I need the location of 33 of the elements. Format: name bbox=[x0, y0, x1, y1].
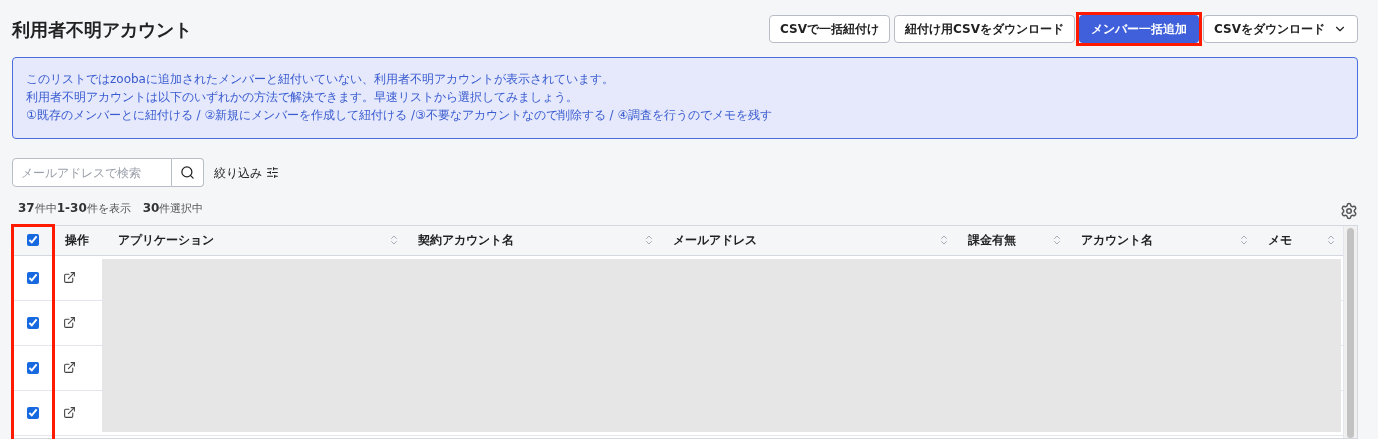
row-checkbox[interactable] bbox=[27, 406, 39, 419]
action-button[interactable]: CSVをダウンロード bbox=[1203, 15, 1358, 43]
notice-text: 利用者不明アカウントは以下のいずれかの方法で解決できます。早速リストから選択してみましょう。 bbox=[26, 89, 579, 106]
notice-text: ①既存のメンバーとに紐付ける / ②新規にメンバーを作成して紐付ける /③不要なアカウントなので削除する / ④調査を行うのでメモを残す bbox=[26, 107, 774, 124]
column-header: 課金有無 bbox=[968, 232, 1016, 249]
column-header: メールアドレス bbox=[673, 232, 757, 249]
column-header: 契約アカウント名 bbox=[418, 232, 514, 249]
column-header: アカウント名 bbox=[1081, 232, 1153, 249]
row-checkbox[interactable] bbox=[27, 361, 39, 374]
search-icon bbox=[180, 165, 195, 180]
column-header: メモ bbox=[1268, 232, 1292, 249]
filter-button[interactable]: 絞り込み bbox=[214, 163, 279, 182]
notice-text: このリストではzoobaに追加されたメンバーと紐付いていない、利用者不明アカウントが表示されています。 bbox=[26, 71, 615, 88]
open-link-icon[interactable] bbox=[63, 271, 76, 284]
page-title: 利用者不明アカウント bbox=[12, 17, 192, 42]
action-button[interactable]: 紐付け用CSVをダウンロード bbox=[894, 15, 1076, 43]
column-header: アプリケーション bbox=[118, 232, 214, 249]
filter-icon bbox=[266, 166, 279, 179]
selection-count: 30件選択中 bbox=[142, 200, 204, 217]
select-all-checkbox[interactable] bbox=[27, 234, 39, 246]
result-count: 37件中1-30件を表示 bbox=[18, 200, 131, 217]
search-field[interactable]: メールアドレスで検索 bbox=[12, 158, 172, 187]
row-checkbox[interactable] bbox=[27, 271, 39, 284]
action-button[interactable]: CSVで一括紐付け bbox=[769, 15, 891, 43]
row-checkbox[interactable] bbox=[27, 316, 39, 329]
settings-icon[interactable] bbox=[1340, 201, 1358, 220]
open-link-icon[interactable] bbox=[63, 406, 76, 419]
open-link-icon[interactable] bbox=[63, 316, 76, 329]
open-link-icon[interactable] bbox=[63, 361, 76, 374]
column-header: 操作 bbox=[65, 232, 89, 249]
scrollbar[interactable] bbox=[1343, 225, 1357, 438]
action-button[interactable]: メンバー一括追加 bbox=[1079, 15, 1200, 43]
search-button[interactable] bbox=[172, 158, 204, 187]
